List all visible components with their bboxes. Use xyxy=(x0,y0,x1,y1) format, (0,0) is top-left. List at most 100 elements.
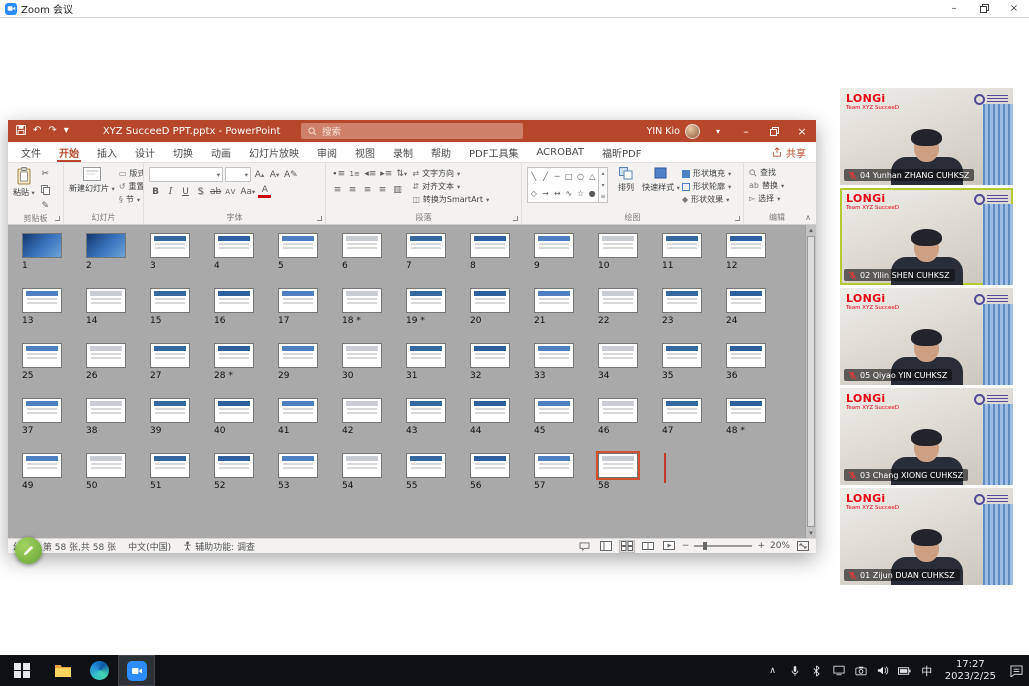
layout-button[interactable]: ▭版式▾ xyxy=(119,168,144,179)
shape-fill-button[interactable]: 形状填充▾ xyxy=(682,168,731,179)
tab-foxit-pdf[interactable]: 福昕PDF xyxy=(593,142,650,162)
slide-thumbnail-2[interactable] xyxy=(86,233,126,258)
slide-thumbnail-55[interactable] xyxy=(406,453,446,478)
normal-view-button[interactable] xyxy=(598,540,614,553)
slide-thumbnail-45[interactable] xyxy=(534,398,574,423)
font-dialog-launcher-icon[interactable] xyxy=(317,216,322,221)
slide-thumbnail-58[interactable] xyxy=(598,453,638,478)
battery-icon[interactable] xyxy=(894,655,916,686)
justify-icon[interactable]: ≡ xyxy=(376,183,389,196)
slide-thumbnail-52[interactable] xyxy=(214,453,254,478)
align-right-icon[interactable]: ≡ xyxy=(361,183,374,196)
zoom-in-icon[interactable]: + xyxy=(757,541,765,551)
tab-help[interactable]: 帮助 xyxy=(422,142,460,162)
slide-thumbnail-32[interactable] xyxy=(470,343,510,368)
participant-video-3[interactable]: LONGiTeam XYZ SucceeD 05 Qiyao YIN CUHKS… xyxy=(840,288,1013,385)
ribbon-display-options-icon[interactable]: ▾ xyxy=(704,120,732,142)
network-icon[interactable] xyxy=(828,655,850,686)
save-icon[interactable] xyxy=(16,125,26,138)
arrange-button[interactable]: 排列 xyxy=(612,167,640,193)
tab-acrobat[interactable]: ACROBAT xyxy=(527,142,593,162)
slide-thumbnail-14[interactable] xyxy=(86,288,126,313)
share-button[interactable]: 共享 xyxy=(772,142,816,162)
underline-icon[interactable]: U xyxy=(179,185,192,198)
drawing-dialog-launcher-icon[interactable] xyxy=(735,216,740,221)
slide-thumbnail-5[interactable] xyxy=(278,233,318,258)
slide-thumbnail-47[interactable] xyxy=(662,398,702,423)
edge-button[interactable] xyxy=(81,655,118,686)
zoom-percent[interactable]: 20% xyxy=(770,541,790,551)
tab-review[interactable]: 审阅 xyxy=(308,142,346,162)
reading-view-button[interactable] xyxy=(640,540,656,553)
slide-thumbnail-48[interactable] xyxy=(726,398,766,423)
slide-thumbnail-57[interactable] xyxy=(534,453,574,478)
slide-thumbnail-16[interactable] xyxy=(214,288,254,313)
collapse-ribbon-icon[interactable]: ∧ xyxy=(805,213,811,222)
new-slide-button[interactable]: 新建幻灯片 ▾ xyxy=(69,167,115,194)
qat-customize-icon[interactable]: ▾ xyxy=(64,126,69,136)
slide-thumbnail-15[interactable] xyxy=(150,288,190,313)
zoom-out-icon[interactable]: − xyxy=(682,541,690,551)
accessibility-status[interactable]: 辅助功能: 调查 xyxy=(183,540,255,553)
align-text-button[interactable]: ⇵对齐文本▾ xyxy=(412,181,489,192)
slide-thumbnail-18[interactable] xyxy=(342,288,382,313)
participant-video-2[interactable]: LONGiTeam XYZ SucceeD 02 Yilin SHEN CUHK… xyxy=(840,188,1013,285)
slide-thumbnail-41[interactable] xyxy=(278,398,318,423)
tab-insert[interactable]: 插入 xyxy=(88,142,126,162)
font-name-combo[interactable]: ▾ xyxy=(149,167,223,182)
tab-file[interactable]: 文件 xyxy=(12,142,50,162)
slide-thumbnail-44[interactable] xyxy=(470,398,510,423)
camera-tray-icon[interactable] xyxy=(850,655,872,686)
participant-video-1[interactable]: LONGiTeam XYZ SucceeD 04 Yunhan ZHANG CU… xyxy=(840,88,1013,185)
slide-thumbnail-8[interactable] xyxy=(470,233,510,258)
convert-smartart-button[interactable]: ◫转换为SmartArt▾ xyxy=(412,194,489,205)
slide-thumbnail-7[interactable] xyxy=(406,233,446,258)
slide-thumbnail-22[interactable] xyxy=(598,288,638,313)
tab-design[interactable]: 设计 xyxy=(126,142,164,162)
font-color-icon[interactable]: A xyxy=(258,185,271,198)
slide-thumbnail-42[interactable] xyxy=(342,398,382,423)
slide-thumbnail-19[interactable] xyxy=(406,288,446,313)
slide-thumbnail-10[interactable] xyxy=(598,233,638,258)
slide-thumbnail-54[interactable] xyxy=(342,453,382,478)
numbering-icon[interactable]: 1≡ xyxy=(348,167,361,180)
quick-styles-button[interactable]: 快速样式 ▾ xyxy=(644,167,678,193)
tab-view[interactable]: 视图 xyxy=(346,142,384,162)
tab-record[interactable]: 录制 xyxy=(384,142,422,162)
slide-thumbnail-37[interactable] xyxy=(22,398,62,423)
slide-thumbnail-40[interactable] xyxy=(214,398,254,423)
shape-outline-button[interactable]: 形状轮廓▾ xyxy=(682,181,731,192)
redo-icon[interactable]: ↷ xyxy=(48,126,56,136)
clear-format-icon[interactable]: A✎ xyxy=(283,168,299,181)
slide-thumbnail-36[interactable] xyxy=(726,343,766,368)
find-button[interactable]: 查找 xyxy=(749,167,776,178)
reset-button[interactable]: ↺重置 xyxy=(119,181,144,192)
slide-thumbnail-23[interactable] xyxy=(662,288,702,313)
slide-thumbnail-25[interactable] xyxy=(22,343,62,368)
participant-video-4[interactable]: LONGiTeam XYZ SucceeD 03 Chang XIONG CUH… xyxy=(840,388,1013,485)
slide-thumbnail-4[interactable] xyxy=(214,233,254,258)
copy-icon[interactable] xyxy=(39,183,52,196)
tab-home[interactable]: 开始 xyxy=(50,142,88,162)
increase-font-icon[interactable]: A▴ xyxy=(253,168,266,181)
zoom-close-button[interactable]: × xyxy=(999,0,1029,17)
paste-button[interactable]: 粘贴 ▾ xyxy=(13,167,35,198)
align-center-icon[interactable]: ≡ xyxy=(346,183,359,196)
slide-sorter-view-button[interactable] xyxy=(619,540,635,553)
slide-thumbnail-6[interactable] xyxy=(342,233,382,258)
decrease-font-icon[interactable]: A▾ xyxy=(268,168,281,181)
shape-effects-button[interactable]: ◆形状效果▾ xyxy=(682,194,731,205)
tab-slideshow[interactable]: 幻灯片放映 xyxy=(240,142,308,162)
slide-thumbnail-33[interactable] xyxy=(534,343,574,368)
align-left-icon[interactable]: ≡ xyxy=(331,183,344,196)
notification-center-icon[interactable] xyxy=(1003,655,1029,686)
shapes-gallery-scroll[interactable]: ▴▾≡ xyxy=(599,167,608,203)
slide-thumbnail-17[interactable] xyxy=(278,288,318,313)
slide-thumbnail-1[interactable] xyxy=(22,233,62,258)
tab-pdf-tools[interactable]: PDF工具集 xyxy=(460,142,527,162)
slide-thumbnail-27[interactable] xyxy=(150,343,190,368)
slide-thumbnail-31[interactable] xyxy=(406,343,446,368)
slide-thumbnail-20[interactable] xyxy=(470,288,510,313)
shapes-gallery[interactable]: ╲╱─□○△ ◇→↔∿☆● xyxy=(527,167,599,203)
cut-icon[interactable]: ✂ xyxy=(39,167,52,180)
